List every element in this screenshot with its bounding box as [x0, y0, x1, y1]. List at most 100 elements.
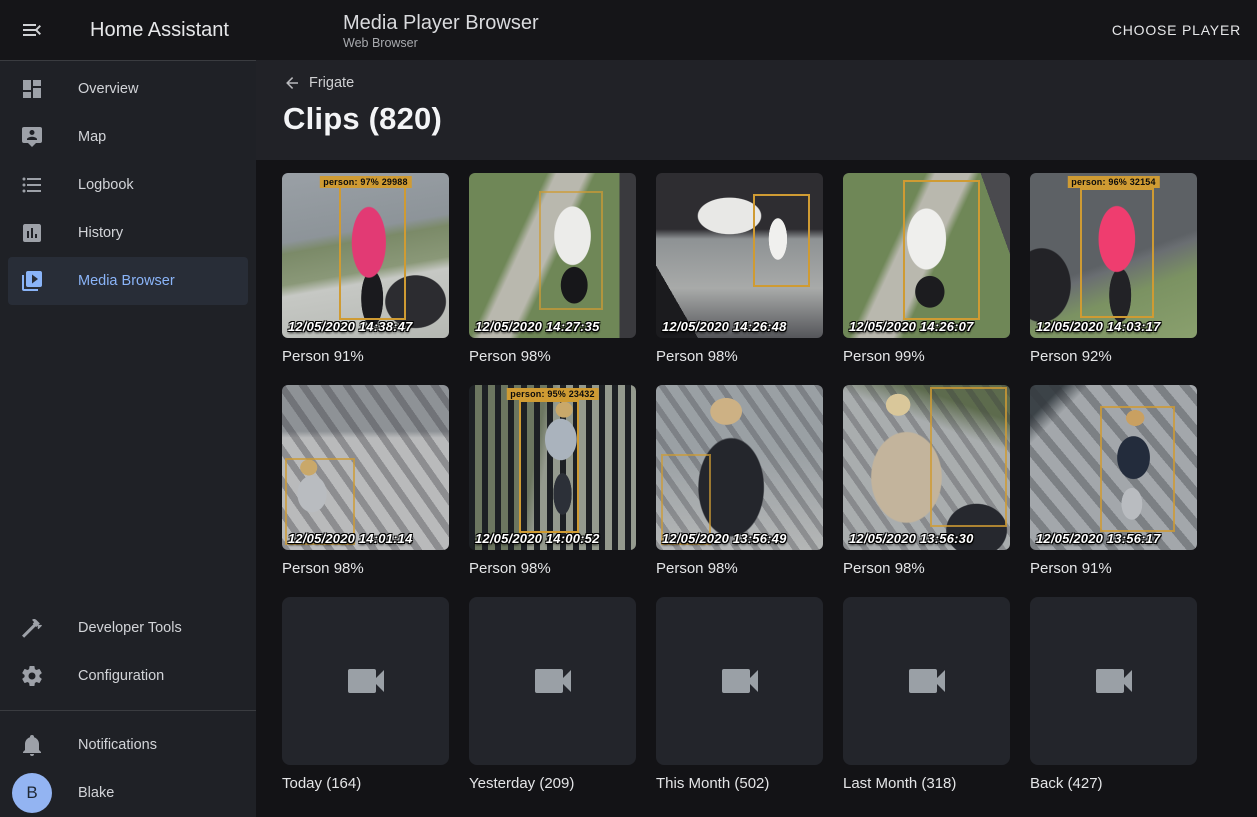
sidebar-item-notifications[interactable]: Notifications — [8, 721, 248, 769]
clip-thumbnail: 12/05/2020 14:27:35 — [469, 173, 636, 338]
folder-tile-today[interactable]: Today (164) — [282, 597, 449, 792]
user-name: Blake — [78, 785, 114, 801]
sidebar-item-label: Media Browser — [78, 273, 175, 289]
sidebar-item-media-browser[interactable]: Media Browser — [8, 257, 248, 305]
detection-box — [539, 191, 602, 310]
clip-caption: Person 98% — [843, 560, 1010, 577]
clip-timestamp: 12/05/2020 14:26:48 — [662, 319, 787, 334]
sidebar-toggle-menu-icon[interactable] — [20, 18, 44, 42]
breadcrumb-label: Frigate — [309, 75, 354, 91]
panel-title: Media Player Browser — [343, 11, 539, 35]
clip-timestamp: 12/05/2020 14:00:52 — [475, 531, 600, 546]
video-camera-icon — [716, 657, 764, 705]
clip-tile[interactable]: 12/05/2020 14:26:48 Person 98% — [656, 173, 823, 365]
app-title: Home Assistant — [90, 19, 229, 42]
clip-caption: Person 91% — [1030, 560, 1197, 577]
sidebar-item-label: History — [78, 225, 123, 241]
bell-icon — [20, 733, 44, 757]
panel-subtitle: Web Browser — [343, 36, 539, 50]
video-camera-icon — [1090, 657, 1138, 705]
sidebar-item-configuration[interactable]: Configuration — [8, 652, 248, 700]
folder-thumbnail — [282, 597, 449, 765]
sidebar-item-label: Developer Tools — [78, 620, 182, 636]
clip-timestamp: 12/05/2020 14:01:14 — [288, 531, 413, 546]
sidebar-item-history[interactable]: History — [8, 209, 248, 257]
poll-box-icon — [20, 221, 44, 245]
gear-icon — [20, 664, 44, 688]
detection-label: person: 96% 32154 — [1067, 176, 1159, 188]
arrow-left-icon — [283, 74, 301, 92]
clip-tile[interactable]: 12/05/2020 13:56:49 Person 98% — [656, 385, 823, 577]
clip-thumbnail: 12/05/2020 13:56:17 — [1030, 385, 1197, 550]
panel-title-block: Media Player Browser Web Browser — [343, 11, 539, 50]
sidebar: Overview Map Logbook History Media Brows… — [0, 60, 256, 817]
avatar: B — [12, 773, 52, 813]
clip-thumbnail: person: 96% 32154 12/05/2020 14:03:17 — [1030, 173, 1197, 338]
clip-caption: Person 98% — [656, 560, 823, 577]
folder-tile-yesterday[interactable]: Yesterday (209) — [469, 597, 636, 792]
media-header: Frigate Clips (820) — [256, 60, 1257, 160]
clip-tile[interactable]: 12/05/2020 14:27:35 Person 98% — [469, 173, 636, 365]
clip-tile[interactable]: 12/05/2020 13:56:17 Person 91% — [1030, 385, 1197, 577]
sidebar-item-label: Logbook — [78, 177, 134, 193]
folder-label: Back (427) — [1030, 775, 1197, 792]
clip-timestamp: 12/05/2020 14:38:47 — [288, 319, 413, 334]
folder-tile-last-month[interactable]: Last Month (318) — [843, 597, 1010, 792]
breadcrumb-back-frigate[interactable]: Frigate — [283, 74, 354, 92]
sidebar-item-label: Map — [78, 129, 106, 145]
hammer-icon — [20, 616, 44, 640]
clip-caption: Person 98% — [282, 560, 449, 577]
clip-caption: Person 91% — [282, 348, 449, 365]
sidebar-item-overview[interactable]: Overview — [8, 65, 248, 113]
clip-caption: Person 98% — [469, 348, 636, 365]
folder-thumbnail — [1030, 597, 1197, 765]
clip-timestamp: 12/05/2020 13:56:49 — [662, 531, 787, 546]
sidebar-item-label: Notifications — [78, 737, 157, 753]
clip-thumbnail: person: 97% 29988 12/05/2020 14:38:47 — [282, 173, 449, 338]
choose-player-button[interactable]: CHOOSE PLAYER — [1104, 12, 1257, 48]
app-bar: Home Assistant Media Player Browser Web … — [0, 0, 1257, 60]
clip-tile[interactable]: person: 97% 29988 12/05/2020 14:38:47 Pe… — [282, 173, 449, 365]
clip-tile[interactable]: 12/05/2020 14:01:14 Person 98% — [282, 385, 449, 577]
clip-tile[interactable]: person: 95% 23432 12/05/2020 14:00:52 Pe… — [469, 385, 636, 577]
sidebar-item-label: Overview — [78, 81, 138, 97]
clip-thumbnail: person: 95% 23432 12/05/2020 14:00:52 — [469, 385, 636, 550]
clip-caption: Person 99% — [843, 348, 1010, 365]
clips-grid: person: 97% 29988 12/05/2020 14:38:47 Pe… — [256, 160, 1257, 802]
video-camera-icon — [903, 657, 951, 705]
folder-label: This Month (502) — [656, 775, 823, 792]
detection-box — [903, 180, 980, 320]
sidebar-item-map[interactable]: Map — [8, 113, 248, 161]
folder-thumbnail — [843, 597, 1010, 765]
clip-thumbnail: 12/05/2020 13:56:49 — [656, 385, 823, 550]
folder-thumbnail — [656, 597, 823, 765]
folder-tile-this-month[interactable]: This Month (502) — [656, 597, 823, 792]
sidebar-divider — [0, 710, 256, 711]
clip-thumbnail: 12/05/2020 14:01:14 — [282, 385, 449, 550]
page-title: Clips (820) — [283, 101, 1257, 137]
detection-box — [1080, 188, 1153, 318]
media-browser-panel: Frigate Clips (820) person: 97% 29988 12… — [256, 60, 1257, 817]
detection-label: person: 97% 29988 — [319, 176, 411, 188]
list-bulleted-icon — [20, 173, 44, 197]
folder-label: Last Month (318) — [843, 775, 1010, 792]
clip-tile[interactable]: 12/05/2020 13:56:30 Person 98% — [843, 385, 1010, 577]
video-camera-icon — [529, 657, 577, 705]
folder-label: Yesterday (209) — [469, 775, 636, 792]
folder-thumbnail — [469, 597, 636, 765]
folder-tile-back[interactable]: Back (427) — [1030, 597, 1197, 792]
app-bar-left: Home Assistant — [0, 18, 256, 42]
clip-thumbnail: 12/05/2020 13:56:30 — [843, 385, 1010, 550]
clip-tile[interactable]: 12/05/2020 14:26:07 Person 99% — [843, 173, 1010, 365]
clip-caption: Person 92% — [1030, 348, 1197, 365]
clip-timestamp: 12/05/2020 13:56:30 — [849, 531, 974, 546]
sidebar-item-logbook[interactable]: Logbook — [8, 161, 248, 209]
clip-timestamp: 12/05/2020 14:26:07 — [849, 319, 974, 334]
sidebar-item-developer-tools[interactable]: Developer Tools — [8, 604, 248, 652]
clip-timestamp: 12/05/2020 14:27:35 — [475, 319, 600, 334]
clip-tile[interactable]: person: 96% 32154 12/05/2020 14:03:17 Pe… — [1030, 173, 1197, 365]
tooltip-account-icon — [20, 125, 44, 149]
sidebar-item-profile[interactable]: B Blake — [8, 769, 248, 817]
play-box-multiple-icon — [20, 269, 44, 293]
detection-box — [753, 194, 810, 286]
